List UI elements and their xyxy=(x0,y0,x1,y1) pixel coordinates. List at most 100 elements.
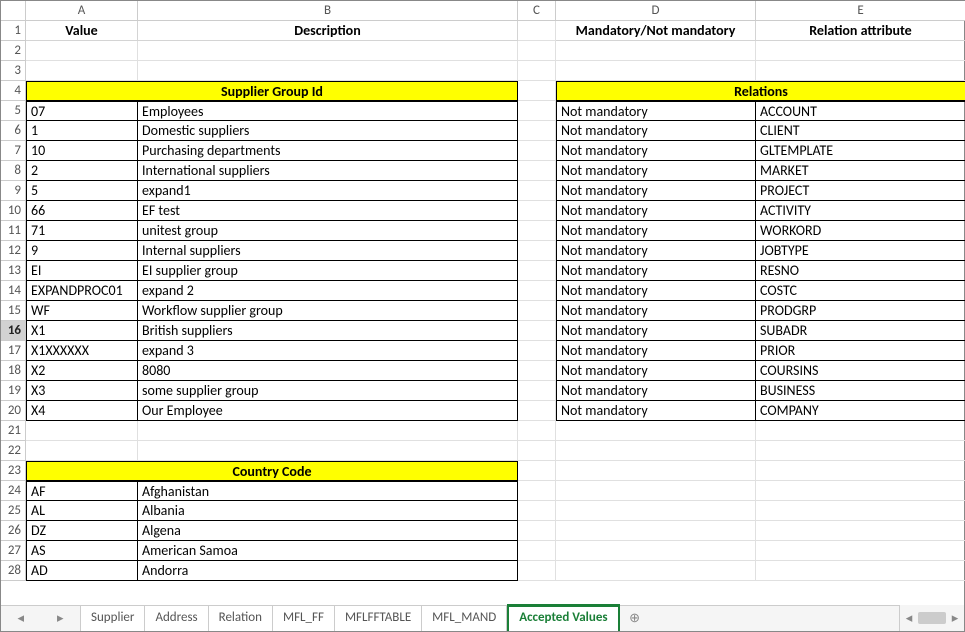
cell-18-B[interactable]: 8080 xyxy=(138,361,518,381)
tab-scroll-next[interactable]: ▸ xyxy=(55,611,66,626)
cell-26-D[interactable] xyxy=(556,521,756,541)
cell-18-E[interactable]: COURSINS xyxy=(756,361,965,381)
row-header-10[interactable]: 10 xyxy=(1,201,26,221)
cell-27-C[interactable] xyxy=(518,541,556,561)
cell-25-E[interactable] xyxy=(756,501,965,521)
cell-4-C[interactable] xyxy=(518,81,556,101)
cell-19-D[interactable]: Not mandatory xyxy=(556,381,756,401)
cell-2-A[interactable] xyxy=(26,41,138,61)
cell-17-C[interactable] xyxy=(518,341,556,361)
cell-14-E[interactable]: COSTC xyxy=(756,281,965,301)
cell-12-A[interactable]: 9 xyxy=(26,241,138,261)
cell-9-D[interactable]: Not mandatory xyxy=(556,181,756,201)
cell-5-B[interactable]: Employees xyxy=(138,101,518,121)
row-header-25[interactable]: 25 xyxy=(1,501,26,521)
cell-8-E[interactable]: MARKET xyxy=(756,161,965,181)
cell-16-B[interactable]: British suppliers xyxy=(138,321,518,341)
cell-11-C[interactable] xyxy=(518,221,556,241)
cell-10-B[interactable]: EF test xyxy=(138,201,518,221)
tab-scroll-prev[interactable]: ◂ xyxy=(15,611,26,626)
cell-19-B[interactable]: some supplier group xyxy=(138,381,518,401)
cell-23-C[interactable] xyxy=(518,461,556,481)
cell-3-B[interactable] xyxy=(138,61,518,81)
column-header-A[interactable]: A xyxy=(26,1,138,21)
column-header-B[interactable]: B xyxy=(138,1,518,21)
cell-11-B[interactable]: unitest group xyxy=(138,221,518,241)
cell-21-A[interactable] xyxy=(26,421,138,441)
cell-6-B[interactable]: Domestic suppliers xyxy=(138,121,518,141)
cell-25-B[interactable]: Albania xyxy=(138,501,518,521)
cell-28-B[interactable]: Andorra xyxy=(138,561,518,581)
cell-7-A[interactable]: 10 xyxy=(26,141,138,161)
cell-24-E[interactable] xyxy=(756,481,965,501)
scroll-thumb[interactable] xyxy=(918,612,946,624)
cell-3-D[interactable] xyxy=(556,61,756,81)
cell-7-D[interactable]: Not mandatory xyxy=(556,141,756,161)
cell-9-B[interactable]: expand1 xyxy=(138,181,518,201)
cell-9-A[interactable]: 5 xyxy=(26,181,138,201)
sheet-tab-accepted-values[interactable]: Accepted Values xyxy=(507,604,619,631)
column-header-E[interactable]: E xyxy=(756,1,965,21)
cell-13-B[interactable]: EI supplier group xyxy=(138,261,518,281)
row-header-12[interactable]: 12 xyxy=(1,241,26,261)
row-header-9[interactable]: 9 xyxy=(1,181,26,201)
cell-11-D[interactable]: Not mandatory xyxy=(556,221,756,241)
cell-8-D[interactable]: Not mandatory xyxy=(556,161,756,181)
cell-3-E[interactable] xyxy=(756,61,965,81)
cell-15-B[interactable]: Workflow supplier group xyxy=(138,301,518,321)
row-header-27[interactable]: 27 xyxy=(1,541,26,561)
cell-21-E[interactable] xyxy=(756,421,965,441)
row-header-24[interactable]: 24 xyxy=(1,481,26,501)
cell-16-C[interactable] xyxy=(518,321,556,341)
sheet-tab-supplier[interactable]: Supplier xyxy=(81,606,145,631)
add-sheet-button[interactable]: ⊕ xyxy=(620,606,650,631)
row-header-2[interactable]: 2 xyxy=(1,41,26,61)
cell-16-A[interactable]: X1 xyxy=(26,321,138,341)
cell-13-E[interactable]: RESNO xyxy=(756,261,965,281)
cell-17-B[interactable]: expand 3 xyxy=(138,341,518,361)
cell-26-E[interactable] xyxy=(756,521,965,541)
cell-5-A[interactable]: 07 xyxy=(26,101,138,121)
row-header-1[interactable]: 1 xyxy=(1,21,26,41)
cell-15-C[interactable] xyxy=(518,301,556,321)
row-header-14[interactable]: 14 xyxy=(1,281,26,301)
cell-19-E[interactable]: BUSINESS xyxy=(756,381,965,401)
cell-14-A[interactable]: EXPANDPROC01 xyxy=(26,281,138,301)
row-header-18[interactable]: 18 xyxy=(1,361,26,381)
cell-16-D[interactable]: Not mandatory xyxy=(556,321,756,341)
column-header-C[interactable]: C xyxy=(518,1,556,21)
row-header-20[interactable]: 20 xyxy=(1,401,26,421)
cell-20-E[interactable]: COMPANY xyxy=(756,401,965,421)
cell-11-E[interactable]: WORKORD xyxy=(756,221,965,241)
cell-14-D[interactable]: Not mandatory xyxy=(556,281,756,301)
row-header-8[interactable]: 8 xyxy=(1,161,26,181)
cell-26-C[interactable] xyxy=(518,521,556,541)
cell-26-B[interactable]: Algena xyxy=(138,521,518,541)
cell-17-D[interactable]: Not mandatory xyxy=(556,341,756,361)
cell-8-A[interactable]: 2 xyxy=(26,161,138,181)
select-all-corner[interactable] xyxy=(1,1,26,21)
cell-25-C[interactable] xyxy=(518,501,556,521)
scroll-right-icon[interactable]: ▸ xyxy=(946,605,964,631)
cell-11-A[interactable]: 71 xyxy=(26,221,138,241)
cell-28-C[interactable] xyxy=(518,561,556,581)
cell-27-E[interactable] xyxy=(756,541,965,561)
cell-8-B[interactable]: International suppliers xyxy=(138,161,518,181)
cell-27-A[interactable]: AS xyxy=(26,541,138,561)
cell-12-B[interactable]: Internal suppliers xyxy=(138,241,518,261)
cell-2-D[interactable] xyxy=(556,41,756,61)
cell-5-C[interactable] xyxy=(518,101,556,121)
cell-24-B[interactable]: Afghanistan xyxy=(138,481,518,501)
cell-17-E[interactable]: PRIOR xyxy=(756,341,965,361)
cell-7-B[interactable]: Purchasing departments xyxy=(138,141,518,161)
cell-3-C[interactable] xyxy=(518,61,556,81)
cell-15-D[interactable]: Not mandatory xyxy=(556,301,756,321)
cell-27-D[interactable] xyxy=(556,541,756,561)
cell-10-A[interactable]: 66 xyxy=(26,201,138,221)
cell-12-D[interactable]: Not mandatory xyxy=(556,241,756,261)
cell-23-D[interactable] xyxy=(556,461,756,481)
row-header-19[interactable]: 19 xyxy=(1,381,26,401)
cell-1-E[interactable]: Relation attribute xyxy=(756,21,965,41)
sheet-tab-address[interactable]: Address xyxy=(145,606,208,631)
cell-5-D[interactable]: Not mandatory xyxy=(556,101,756,121)
